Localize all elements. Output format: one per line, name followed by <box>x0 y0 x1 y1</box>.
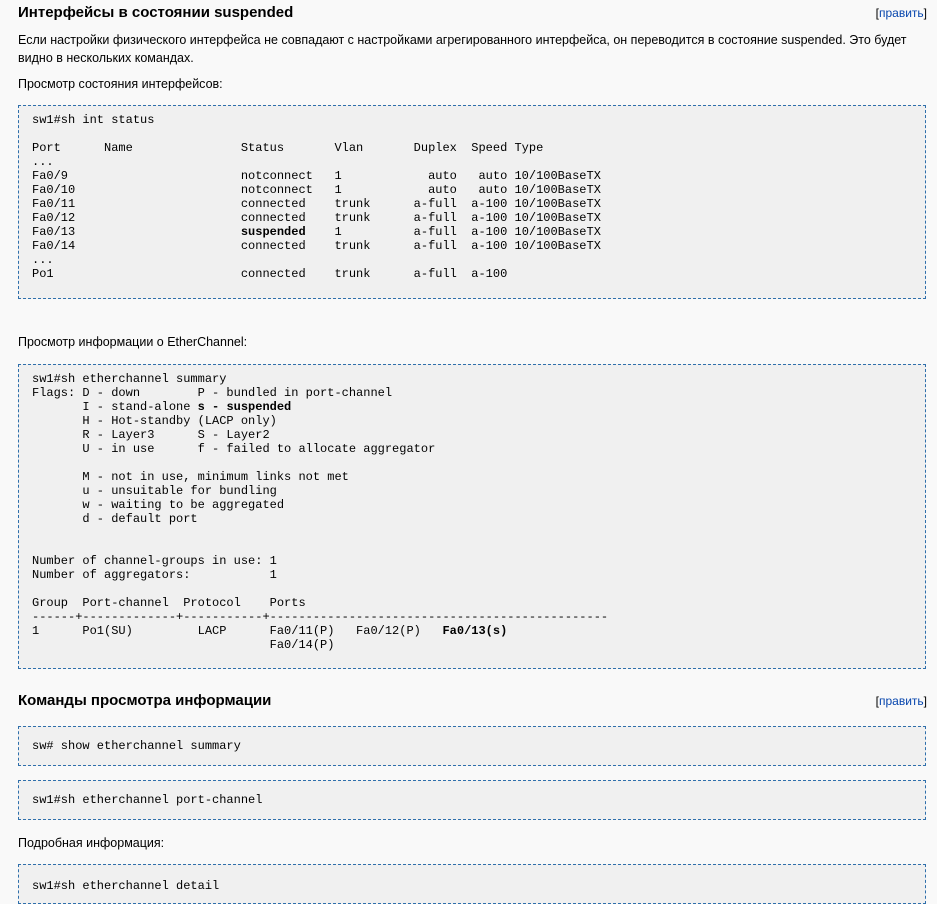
table-header: Port Name Status Vlan Duplex Speed Type <box>32 141 544 155</box>
table-row: Fa0/10 notconnect 1 auto auto 10/100Base… <box>32 183 601 197</box>
table-row-po1: Po1 connected trunk a-full a-100 <box>32 267 508 281</box>
table-row: Fa0/12 connected trunk a-full a-100 10/1… <box>32 211 601 225</box>
cmd-detail-box: sw1#sh etherchannel detail <box>18 864 926 904</box>
cmd-summary-box: sw# show etherchannel summary <box>18 726 926 766</box>
group-table-row-cont: Fa0/14(P) <box>32 638 335 652</box>
command-line: sw1#sh etherchannel summary <box>32 372 227 386</box>
command-line: sw1#sh etherchannel port-channel <box>32 793 263 807</box>
edit-link-wrapper: [править] <box>875 694 927 708</box>
detail-caption: Подробная информация: <box>18 836 165 850</box>
row-port: Fa0/13 <box>32 225 241 239</box>
flags-line: d - default port <box>32 512 198 526</box>
suspended-port: Fa0/13(s) <box>442 624 508 638</box>
aggregators-count: Number of aggregators: 1 <box>32 568 277 582</box>
group-row-text: 1 Po1(SU) LACP Fa0/11(P) Fa0/12(P) <box>32 624 443 638</box>
table-row-suspended: Fa0/13 suspended 1 a-full a-100 10/100Ba… <box>32 225 601 239</box>
suspended-flag: s - suspended <box>197 400 292 414</box>
flags-line: U - in use f - failed to allocate aggreg… <box>32 442 436 456</box>
edit-link-section1[interactable]: править <box>879 6 924 20</box>
table-row: Fa0/11 connected trunk a-full a-100 10/1… <box>32 197 601 211</box>
etherchannel-summary-output: sw1#sh etherchannel summary Flags: D - d… <box>18 364 926 669</box>
flags-line: M - not in use, minimum links not met <box>32 470 349 484</box>
edit-link-wrapper: [править] <box>875 6 927 20</box>
section-heading-commands: Команды просмотра информации <box>18 692 272 709</box>
row-rest: 1 a-full a-100 10/100BaseTX <box>305 225 601 239</box>
group-table-header: Group Port-channel Protocol Ports <box>32 596 306 610</box>
table-row: Fa0/14 connected trunk a-full a-100 10/1… <box>32 239 601 253</box>
int-status-output: sw1#sh int status Port Name Status Vlan … <box>18 105 926 299</box>
status-caption: Просмотр состояния интерфейсов: <box>18 77 223 91</box>
intro-paragraph: Если настройки физического интерфейса не… <box>18 33 907 65</box>
flags-line: R - Layer3 S - Layer2 <box>32 428 270 442</box>
flags-text: I - stand-alone <box>32 400 198 414</box>
ellipsis: ... <box>32 155 54 169</box>
flags-line: w - waiting to be aggregated <box>32 498 285 512</box>
flags-line: I - stand-alone s - suspended <box>32 400 291 414</box>
flags-line: H - Hot-standby (LACP only) <box>32 414 277 428</box>
groups-count: Number of channel-groups in use: 1 <box>32 554 277 568</box>
edit-link-section2[interactable]: править <box>879 694 924 708</box>
command-line: sw1#sh int status <box>32 113 155 127</box>
section-heading-suspended: Интерфейсы в состоянии suspended <box>18 4 294 21</box>
page-content: Интерфейсы в состоянии suspended [правит… <box>0 0 937 904</box>
flags-line: u - unsuitable for bundling <box>32 484 277 498</box>
command-line: sw# show etherchannel summary <box>32 739 241 753</box>
group-table-row: 1 Po1(SU) LACP Fa0/11(P) Fa0/12(P) Fa0/1… <box>32 624 507 638</box>
cmd-port-channel-box: sw1#sh etherchannel port-channel <box>18 780 926 820</box>
etherchannel-caption: Просмотр информации о EtherChannel: <box>18 335 248 349</box>
table-row: Fa0/9 notconnect 1 auto auto 10/100BaseT… <box>32 169 601 183</box>
suspended-status: suspended <box>240 225 306 239</box>
group-table-rule: ------+-------------+-----------+-------… <box>32 610 609 624</box>
ellipsis: ... <box>32 253 54 267</box>
flags-line: Flags: D - down P - bundled in port-chan… <box>32 386 393 400</box>
